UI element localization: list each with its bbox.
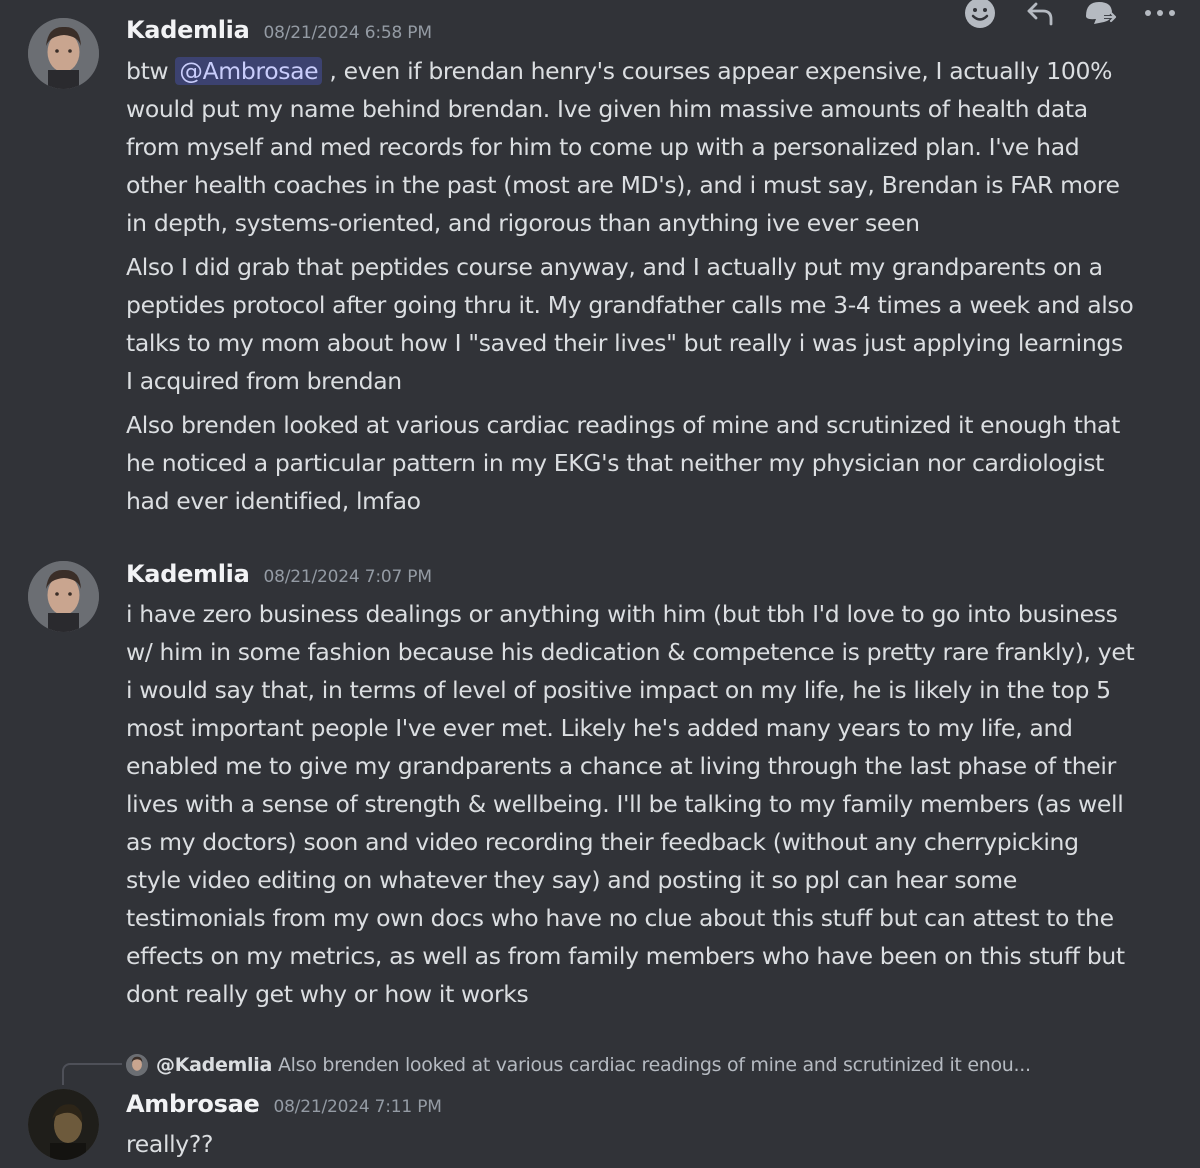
reply-connector: [62, 1063, 122, 1085]
timestamp: 08/21/2024 7:07 PM: [263, 567, 432, 587]
message-text: Also brenden looked at various cardiac r…: [126, 411, 1120, 515]
reply-text[interactable]: Also brenden looked at various cardiac r…: [278, 1054, 1031, 1076]
reply-username[interactable]: @Kademlia: [156, 1054, 272, 1076]
reply-avatar: [126, 1054, 148, 1076]
username[interactable]: Kademlia: [126, 16, 250, 44]
emoji-icon[interactable]: [958, 0, 1002, 31]
message-text-part: btw: [126, 57, 176, 85]
user-mention[interactable]: @Ambrosae: [175, 57, 323, 85]
message-text: i have zero business dealings or anythin…: [126, 600, 1135, 1008]
forward-icon[interactable]: [1078, 0, 1122, 31]
username[interactable]: Kademlia: [126, 560, 250, 588]
reply-icon[interactable]: [1018, 0, 1062, 31]
more-icon[interactable]: [1138, 0, 1182, 31]
timestamp: 08/21/2024 6:58 PM: [263, 23, 432, 43]
avatar[interactable]: [28, 18, 99, 89]
avatar[interactable]: [28, 1089, 99, 1160]
message-header: Ambrosae 08/21/2024 7:11 PM: [126, 1090, 442, 1118]
reply-preview[interactable]: @Kademlia Also brenden looked at various…: [126, 1050, 1031, 1080]
message-text: btw @Ambrosae , even if brendan henry's …: [126, 52, 1136, 242]
message-header: Kademlia 08/21/2024 6:58 PM: [126, 16, 432, 44]
timestamp: 08/21/2024 7:11 PM: [273, 1097, 442, 1117]
username[interactable]: Ambrosae: [126, 1090, 260, 1118]
message-text: really??: [126, 1130, 214, 1158]
avatar[interactable]: [28, 561, 99, 632]
message-header: Kademlia 08/21/2024 7:07 PM: [126, 560, 432, 588]
message-text: Also I did grab that peptides course any…: [126, 253, 1134, 395]
message-hover-toolbar: [950, 0, 1190, 32]
